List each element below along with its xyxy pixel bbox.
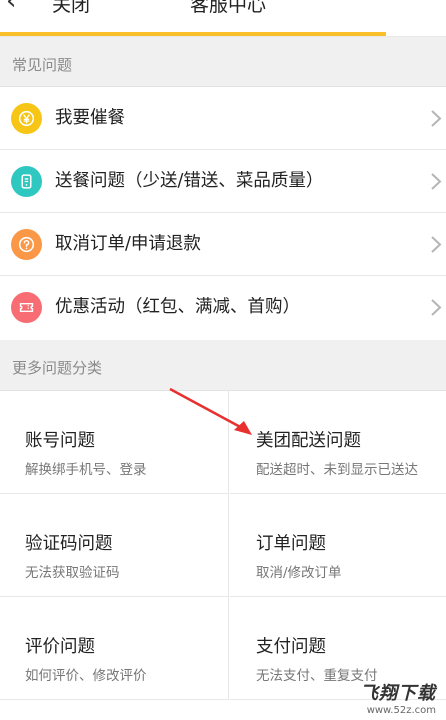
faq-item-promotions[interactable]: 优惠活动（红包、满减、首购） bbox=[0, 276, 446, 340]
watermark-brand: 飞翔下载 bbox=[360, 683, 436, 704]
category-subtitle: 如何评价、修改评价 bbox=[25, 668, 147, 684]
chevron-right-icon bbox=[431, 110, 442, 127]
yen-clock-icon bbox=[11, 103, 42, 134]
category-title: 美团配送问题 bbox=[256, 431, 361, 451]
category-subtitle: 无法获取验证码 bbox=[25, 565, 120, 581]
faq-item-label: 取消订单/申请退款 bbox=[55, 234, 201, 254]
close-button[interactable]: 关闭 bbox=[52, 0, 90, 18]
category-review[interactable]: 评价问题 如何评价、修改评价 bbox=[0, 597, 229, 700]
chevron-right-icon bbox=[431, 173, 442, 190]
category-title: 验证码问题 bbox=[25, 534, 113, 554]
faq-item-delivery-issue[interactable]: 送餐问题（少送/错送、菜品质量） bbox=[0, 150, 446, 213]
watermark: 飞翔下载 www.52z.com bbox=[360, 679, 436, 716]
faq-item-cancel-refund[interactable]: 取消订单/申请退款 bbox=[0, 213, 446, 276]
top-bar: ‹ 关闭 客服中心 bbox=[0, 0, 446, 36]
cancel-question-icon bbox=[11, 229, 42, 260]
category-title: 评价问题 bbox=[25, 637, 95, 657]
category-title: 支付问题 bbox=[256, 637, 326, 657]
watermark-url: www.52z.com bbox=[366, 705, 436, 716]
section-header-common-questions: 常见问题 bbox=[0, 36, 446, 87]
chevron-right-icon bbox=[431, 299, 442, 316]
coupon-icon bbox=[11, 292, 42, 323]
section-header-more-categories: 更多问题分类 bbox=[0, 340, 446, 391]
category-account[interactable]: 账号问题 解换绑手机号、登录 bbox=[0, 391, 229, 494]
category-subtitle: 解换绑手机号、登录 bbox=[25, 462, 147, 478]
page-title: 客服中心 bbox=[190, 0, 267, 16]
faq-item-label: 送餐问题（少送/错送、菜品质量） bbox=[55, 171, 324, 191]
faq-item-label: 优惠活动（红包、满减、首购） bbox=[55, 297, 300, 317]
faq-list: 我要催餐 送餐问题（少送/错送、菜品质量） 取消订单/申请退款 优惠活动（红包、… bbox=[0, 87, 446, 340]
category-verification-code[interactable]: 验证码问题 无法获取验证码 bbox=[0, 494, 229, 597]
category-title: 账号问题 bbox=[25, 431, 95, 451]
back-arrow-icon[interactable]: ‹ bbox=[6, 0, 16, 16]
chevron-right-icon bbox=[431, 236, 442, 253]
category-title: 订单问题 bbox=[256, 534, 326, 554]
category-subtitle: 取消/修改订单 bbox=[256, 565, 342, 581]
phone-order-icon bbox=[11, 166, 42, 197]
category-meituan-delivery[interactable]: 美团配送问题 配送超时、未到显示已送达 bbox=[230, 391, 446, 494]
faq-item-label: 我要催餐 bbox=[55, 108, 125, 128]
category-order[interactable]: 订单问题 取消/修改订单 bbox=[230, 494, 446, 597]
category-subtitle: 配送超时、未到显示已送达 bbox=[256, 462, 418, 478]
faq-item-urge-order[interactable]: 我要催餐 bbox=[0, 87, 446, 150]
category-grid: 账号问题 解换绑手机号、登录 美团配送问题 配送超时、未到显示已送达 验证码问题… bbox=[0, 391, 446, 720]
